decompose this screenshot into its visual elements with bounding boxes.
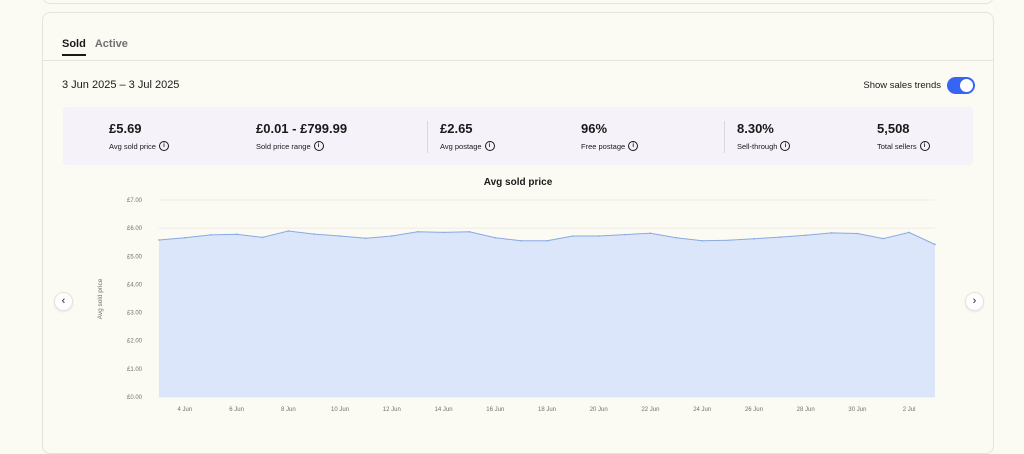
- data-point: [494, 236, 497, 239]
- x-tick-label: 6 Jun: [229, 407, 244, 413]
- x-tick-label: 8 Jun: [281, 407, 296, 413]
- y-axis-label: Avg sold price: [97, 278, 104, 319]
- x-tick-label: 20 Jun: [590, 407, 608, 413]
- sold-insights-card: Sold Active 3 Jun 2025 – 3 Jul 2025 Show…: [42, 12, 994, 454]
- y-tick-label: £6.00: [127, 226, 143, 232]
- data-point: [313, 233, 316, 235]
- y-tick-label: £3.00: [127, 311, 143, 317]
- data-point: [597, 235, 600, 237]
- x-tick-label: 14 Jun: [435, 407, 453, 413]
- data-point: [287, 230, 290, 232]
- x-tick-label: 12 Jun: [383, 407, 401, 413]
- x-tick-label: 18 Jun: [538, 407, 556, 413]
- y-tick-label: £7.00: [127, 198, 143, 204]
- data-point: [209, 234, 212, 236]
- data-point: [365, 237, 367, 240]
- y-tick-label: £5.00: [127, 254, 143, 260]
- data-point: [727, 239, 729, 242]
- data-point: [339, 235, 341, 237]
- data-point: [235, 233, 238, 236]
- data-point: [520, 240, 522, 242]
- data-point: [675, 236, 678, 239]
- data-point: [442, 231, 445, 234]
- chevron-right-icon: ›: [972, 295, 977, 307]
- data-point: [779, 236, 781, 238]
- x-tick-label: 26 Jun: [745, 407, 763, 413]
- x-tick-label: 2 Jul: [903, 407, 916, 413]
- data-point: [649, 232, 652, 235]
- chart-prev-button[interactable]: ‹: [54, 292, 73, 311]
- x-tick-label: 10 Jun: [331, 407, 349, 413]
- area-fill: [159, 231, 935, 397]
- data-point: [753, 238, 755, 240]
- data-point: [623, 233, 626, 236]
- data-point: [416, 231, 419, 233]
- data-point: [261, 236, 264, 239]
- data-point: [184, 236, 186, 239]
- data-point: [468, 231, 471, 233]
- avg-sold-price-chart: £0.00 £1.00 £2.00 £3.00 £4.00 £5.00 £6.00 £7.00…: [97, 198, 936, 413]
- data-point: [804, 234, 807, 236]
- chevron-left-icon: ‹: [61, 295, 66, 307]
- data-point: [158, 239, 160, 241]
- chart-next-button[interactable]: ›: [965, 292, 984, 311]
- x-tick-label: 30 Jun: [848, 407, 866, 413]
- data-point: [882, 237, 885, 240]
- data-point: [391, 235, 393, 237]
- y-tick-label: £1.00: [127, 367, 143, 373]
- data-point: [572, 235, 574, 237]
- x-tick-label: 24 Jun: [693, 407, 711, 413]
- previous-card-edge: [42, 0, 994, 4]
- data-point: [856, 232, 859, 235]
- y-tick-label: £0.00: [127, 395, 143, 401]
- data-point: [830, 232, 833, 234]
- x-tick-label: 28 Jun: [797, 407, 815, 413]
- x-tick-label: 4 Jun: [178, 407, 193, 413]
- x-tick-label: 22 Jun: [641, 407, 659, 413]
- x-tick-label: 16 Jun: [486, 407, 504, 413]
- y-tick-label: £2.00: [127, 339, 143, 345]
- data-point: [934, 243, 936, 246]
- data-point: [701, 240, 703, 242]
- y-tick-label: £4.00: [127, 282, 143, 288]
- data-point: [546, 240, 548, 242]
- data-point: [908, 231, 910, 234]
